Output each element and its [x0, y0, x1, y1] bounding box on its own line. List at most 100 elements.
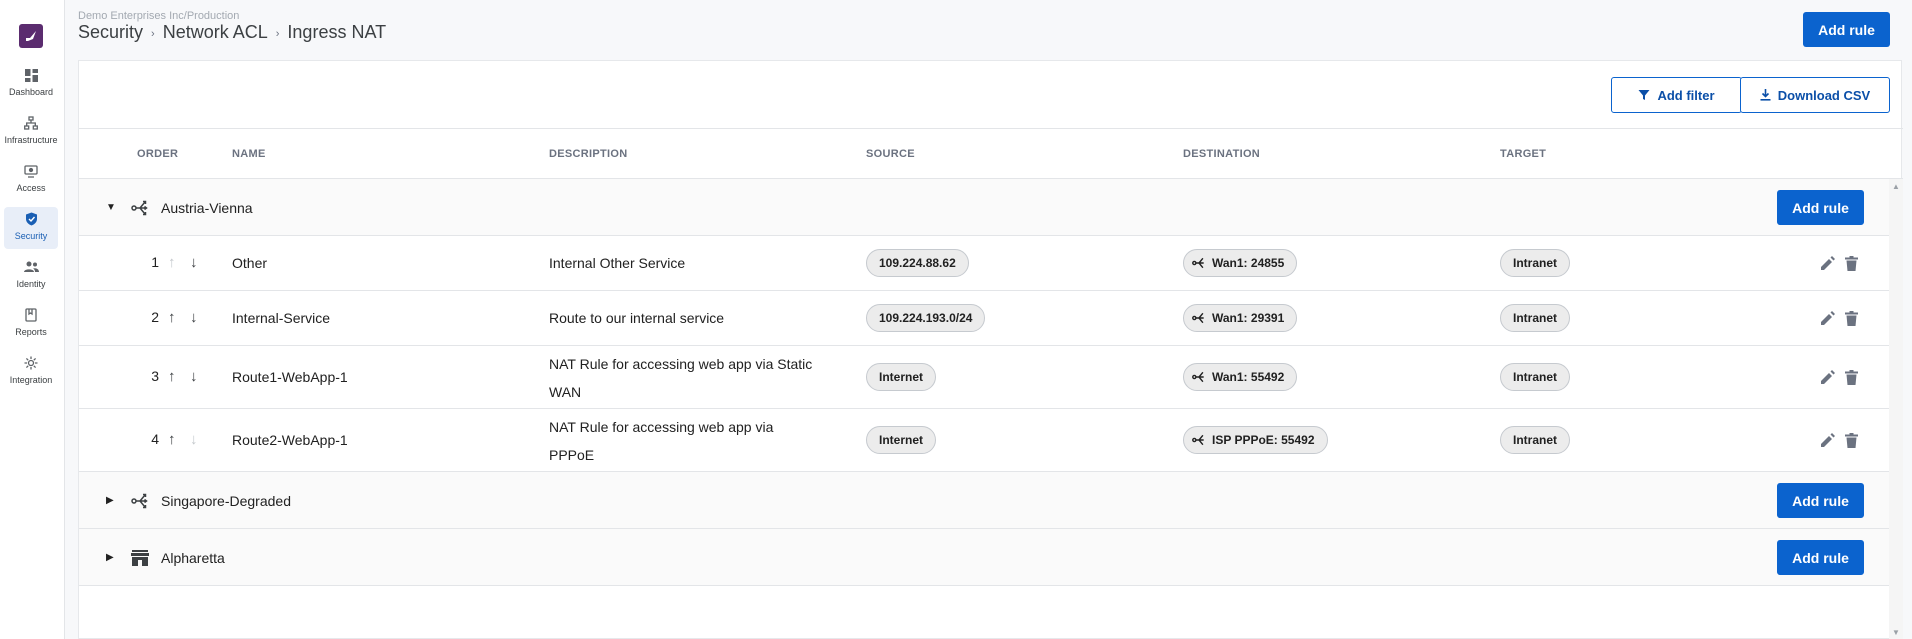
sidebar-item-label: Reports	[15, 327, 47, 337]
breadcrumb: Security › Network ACL › Ingress NAT	[78, 22, 386, 43]
column-header-target: TARGET	[1500, 148, 1547, 160]
arrow-up-icon[interactable]: ↑	[168, 310, 176, 325]
destination-chip-label: Wan1: 55492	[1212, 370, 1285, 384]
rule-order: 4	[151, 431, 159, 447]
arrow-up-icon[interactable]: ↑	[168, 369, 176, 384]
breadcrumb-item-network-acl[interactable]: Network ACL	[163, 22, 268, 43]
sidebar-item-reports[interactable]: Reports	[4, 303, 58, 345]
caret-down-icon[interactable]: ▼	[106, 179, 116, 236]
group-row-singapore-degraded[interactable]: ▶ Singapore-Degraded Add rule	[79, 472, 1889, 529]
add-filter-label: Add filter	[1657, 87, 1715, 103]
caret-right-icon[interactable]: ▶	[106, 529, 114, 586]
branch-icon	[1192, 311, 1206, 325]
sidebar-item-identity[interactable]: Identity	[4, 255, 58, 297]
add-rule-button[interactable]: Add rule	[1803, 12, 1890, 47]
app-logo[interactable]	[19, 24, 43, 48]
table-row[interactable]: 2 ↑ ↓ Internal-Service Route to our inte…	[79, 291, 1889, 346]
scroll-up-icon[interactable]: ▲	[1892, 182, 1900, 191]
filter-icon	[1638, 90, 1650, 100]
chevron-right-icon: ›	[151, 27, 155, 40]
sidebar-item-label: Infrastructure	[4, 135, 58, 145]
delete-icon[interactable]	[1842, 254, 1860, 272]
group-row-austria-vienna[interactable]: ▼ Austria-Vienna Add rule	[79, 179, 1889, 236]
branch-icon	[131, 472, 149, 529]
access-icon	[23, 163, 39, 179]
add-filter-button[interactable]: Add filter	[1611, 77, 1742, 113]
delete-icon[interactable]	[1842, 431, 1860, 449]
sidebar-item-security[interactable]: Security	[4, 207, 58, 249]
sidebar-item-access[interactable]: Access	[4, 159, 58, 201]
group-name: Alpharetta	[161, 549, 225, 566]
infrastructure-icon	[23, 115, 39, 131]
table-header: ORDER NAME DESCRIPTION SOURCE DESTINATIO…	[79, 129, 1903, 179]
target-chip-label: Intranet	[1513, 433, 1558, 447]
delete-icon[interactable]	[1842, 368, 1860, 386]
column-header-destination: DESTINATION	[1183, 148, 1261, 160]
rule-order: 2	[151, 309, 159, 325]
edit-icon[interactable]	[1819, 368, 1837, 386]
edit-icon[interactable]	[1819, 309, 1837, 327]
sidebar-item-dashboard[interactable]: Dashboard	[4, 63, 58, 105]
target-chip: Intranet	[1500, 304, 1571, 332]
source-chip: 109.224.193.0/24	[866, 304, 986, 332]
table-row[interactable]: 1 ↑ ↓ Other Internal Other Service 109.2…	[79, 236, 1889, 291]
group-name: Austria-Vienna	[161, 199, 253, 216]
destination-chip: ISP PPPoE: 55492	[1183, 426, 1328, 454]
store-icon	[131, 529, 149, 586]
rule-name: Route1-WebApp-1	[232, 369, 348, 385]
breadcrumb-item-security[interactable]: Security	[78, 22, 143, 43]
group-name: Singapore-Degraded	[161, 492, 291, 509]
branch-icon	[1192, 433, 1206, 447]
sidebar-item-integration[interactable]: Integration	[4, 351, 58, 393]
edit-icon[interactable]	[1819, 254, 1837, 272]
rules-table: ORDER NAME DESCRIPTION SOURCE DESTINATIO…	[79, 128, 1903, 639]
group-add-rule-button[interactable]: Add rule	[1777, 540, 1864, 575]
column-header-description: DESCRIPTION	[549, 148, 628, 160]
rule-description: NAT Rule for accessing web app via PPPoE	[549, 419, 774, 463]
target-chip-label: Intranet	[1513, 311, 1558, 325]
arrow-down-icon[interactable]: ↓	[190, 369, 198, 384]
vertical-scrollbar[interactable]: ▲ ▼	[1889, 179, 1903, 639]
destination-chip-label: Wan1: 24855	[1212, 256, 1285, 270]
sidebar: Dashboard Infrastructure Access Security	[0, 0, 65, 639]
sidebar-item-label: Access	[16, 183, 46, 193]
source-chip-label: 109.224.88.62	[879, 256, 956, 270]
integration-icon	[23, 355, 39, 371]
branch-icon	[1192, 370, 1206, 384]
download-icon	[1760, 89, 1771, 101]
rule-description: NAT Rule for accessing web app via Stati…	[549, 356, 813, 400]
group-row-alpharetta[interactable]: ▶ Alpharetta Add rule	[79, 529, 1889, 586]
target-chip: Intranet	[1500, 363, 1571, 391]
chevron-right-icon: ›	[275, 27, 280, 40]
shield-icon	[23, 211, 39, 227]
caret-right-icon[interactable]: ▶	[106, 472, 114, 529]
sidebar-item-infrastructure[interactable]: Infrastructure	[4, 111, 58, 153]
source-chip: 109.224.88.62	[866, 249, 969, 277]
edit-icon[interactable]	[1819, 431, 1837, 449]
sidebar-item-label: Dashboard	[8, 87, 54, 97]
source-chip: Internet	[866, 426, 937, 454]
destination-chip-label: Wan1: 29391	[1212, 311, 1285, 325]
rule-description: Route to our internal service	[549, 310, 725, 326]
group-add-rule-button[interactable]: Add rule	[1777, 483, 1864, 518]
source-chip-label: Internet	[879, 370, 924, 384]
arrow-up-icon[interactable]: ↑	[168, 432, 176, 447]
people-icon	[23, 259, 39, 275]
delete-icon[interactable]	[1842, 309, 1860, 327]
page-title: Ingress NAT	[287, 22, 387, 42]
download-csv-button[interactable]: Download CSV	[1740, 77, 1890, 113]
source-chip: Internet	[866, 363, 937, 391]
arrow-down-icon[interactable]: ↓	[190, 255, 198, 270]
arrow-up-icon[interactable]: ↑	[168, 255, 176, 270]
group-add-rule-button[interactable]: Add rule	[1777, 190, 1864, 225]
table-row[interactable]: 4 ↑ ↓ Route2-WebApp-1 NAT Rule for acces…	[79, 409, 1889, 472]
scroll-down-icon[interactable]: ▼	[1892, 628, 1900, 637]
sidebar-item-label: Security	[14, 231, 48, 241]
destination-chip-label: ISP PPPoE: 55492	[1212, 433, 1315, 447]
arrow-down-icon[interactable]: ↓	[190, 310, 198, 325]
app-root: Dashboard Infrastructure Access Security	[0, 0, 1912, 639]
arrow-down-icon[interactable]: ↓	[190, 432, 198, 447]
table-row[interactable]: 3 ↑ ↓ Route1-WebApp-1 NAT Rule for acces…	[79, 346, 1889, 409]
report-icon	[23, 307, 39, 323]
target-chip-label: Intranet	[1513, 256, 1558, 270]
